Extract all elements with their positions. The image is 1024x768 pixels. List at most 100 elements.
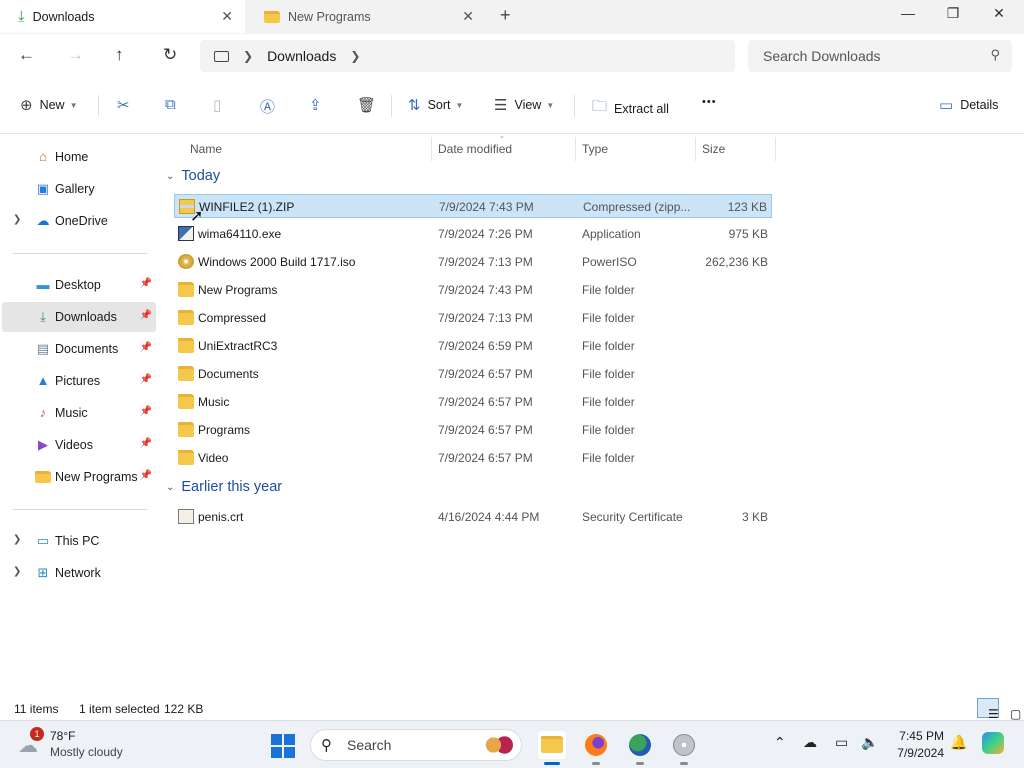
sort-button[interactable]: ⇅ Sort ▼	[408, 96, 463, 114]
firefox-app[interactable]	[582, 731, 610, 765]
sidebar-item-new-programs[interactable]: New Programs 📌	[2, 462, 156, 492]
forward-button[interactable]: →	[67, 45, 84, 65]
share-button[interactable]: ⇪	[309, 96, 329, 114]
tab-new-programs[interactable]: New Programs ✕	[246, 0, 486, 33]
sidebar-divider	[12, 509, 148, 510]
onedrive-sync-icon[interactable]: ☁	[803, 734, 817, 751]
certificate-icon	[178, 509, 194, 524]
file-row[interactable]: Music 7/9/2024 6:57 PM File folder	[174, 390, 772, 414]
sidebar-item-this-pc[interactable]: ❯ ▭ This PC	[2, 526, 156, 556]
more-options-button[interactable]: •••	[702, 96, 717, 108]
sidebar-item-gallery[interactable]: ▣ Gallery	[2, 174, 156, 204]
rename-button[interactable]: Ⓐ	[260, 96, 282, 117]
file-name: Compressed	[198, 311, 267, 325]
notifications-bell-icon[interactable]: 🔔	[950, 734, 967, 751]
details-view-button[interactable]: ☰	[977, 698, 999, 721]
file-row[interactable]: Programs 7/9/2024 6:57 PM File folder	[174, 418, 772, 442]
breadcrumb-segment[interactable]: Downloads	[267, 48, 336, 64]
details-label: Details	[960, 98, 999, 112]
disk-utility-app[interactable]	[670, 731, 698, 765]
expand-chevron-icon[interactable]: ❯	[13, 566, 21, 577]
refresh-button[interactable]: ↻	[163, 45, 177, 65]
chevron-down-icon: ▼	[546, 100, 555, 110]
view-button[interactable]: ☰ View ▼	[494, 96, 554, 114]
taskbar-search[interactable]: ⚲ Search	[310, 729, 522, 761]
status-bar: 11 items 1 item selected 122 KB ☰ ▢	[0, 696, 1024, 721]
maximize-button[interactable]: ❐	[938, 5, 968, 22]
file-row[interactable]: penis.crt 4/16/2024 4:44 PM Security Certi…	[174, 505, 772, 529]
large-icons-view-button[interactable]: ▢	[999, 698, 1021, 721]
file-row[interactable]: wima64110.exe 7/9/2024 7:26 PM Application…	[174, 222, 772, 246]
collapse-chevron-icon[interactable]: ⌄	[166, 482, 174, 493]
chevron-right-icon[interactable]: ❯	[243, 49, 253, 63]
file-explorer-app[interactable]	[538, 731, 566, 765]
expand-chevron-icon[interactable]: ❯	[13, 534, 21, 545]
chevron-down-icon: ▼	[69, 100, 78, 110]
file-row[interactable]: Video 7/9/2024 6:57 PM File folder	[174, 446, 772, 470]
group-header[interactable]: ⌄ Earlier this year	[166, 479, 282, 495]
sidebar-item-documents[interactable]: ▤ Documents 📌	[2, 334, 156, 364]
close-tab-icon[interactable]: ✕	[462, 8, 474, 25]
sidebar-item-label: Documents	[55, 342, 119, 356]
file-date: 7/9/2024 7:13 PM	[438, 311, 533, 325]
close-window-button[interactable]: ✕	[984, 5, 1014, 22]
network-icon[interactable]: ▭	[835, 734, 848, 751]
minimize-button[interactable]: —	[893, 5, 923, 21]
details-button[interactable]: ▭ Details	[939, 96, 998, 114]
file-row[interactable]: New Programs 7/9/2024 7:43 PM File folder	[174, 278, 772, 302]
breadcrumb[interactable]: ❯ Downloads ❯	[200, 40, 735, 72]
file-name: Music	[198, 395, 230, 409]
videos-icon: ▶	[38, 437, 48, 452]
file-type: Application	[582, 227, 641, 241]
sidebar-item-downloads[interactable]: ⤓ Downloads 📌	[2, 302, 156, 332]
file-row[interactable]: Documents 7/9/2024 6:57 PM File folder	[174, 362, 772, 386]
file-row[interactable]: Compressed 7/9/2024 7:13 PM File folder	[174, 306, 772, 330]
extract-icon: 🗀	[592, 98, 608, 115]
copy-button[interactable]: ⧉	[165, 96, 183, 113]
column-header-date[interactable]: Date modified	[432, 137, 576, 161]
file-date: 7/9/2024 7:26 PM	[438, 227, 533, 241]
start-button[interactable]	[271, 734, 295, 758]
show-hidden-icons-button[interactable]: ⌃	[774, 734, 786, 751]
new-button[interactable]: ⊕ New ▼	[20, 96, 78, 114]
copilot-icon[interactable]	[982, 732, 1004, 757]
column-header-type[interactable]: Type	[576, 137, 696, 161]
collapse-chevron-icon[interactable]: ⌄	[166, 171, 174, 182]
sidebar-item-onedrive[interactable]: ❯ ☁ OneDrive	[2, 206, 156, 236]
cut-button[interactable]: ✂	[117, 96, 137, 114]
delete-button[interactable]: 🗑	[357, 96, 383, 114]
file-row[interactable]: UniExtractRC3 7/9/2024 6:59 PM File folder	[174, 334, 772, 358]
tab-downloads[interactable]: ⤓ Downloads ✕	[0, 0, 245, 33]
sidebar-item-desktop[interactable]: ▬ Desktop 📌	[2, 270, 156, 300]
column-header-name[interactable]: Name	[184, 137, 432, 161]
file-row[interactable]: Windows 2000 Build 1717.iso 7/9/2024 7:13…	[174, 250, 772, 274]
column-header-size[interactable]: Size	[696, 137, 776, 161]
extract-all-button[interactable]: 🗀 Extract all	[592, 96, 669, 121]
sidebar-item-network[interactable]: ❯ ⊞ Network	[2, 558, 156, 588]
sidebar-item-music[interactable]: ♪ Music 📌	[2, 398, 156, 428]
new-tab-button[interactable]: +	[500, 5, 511, 26]
close-tab-icon[interactable]: ✕	[221, 8, 233, 25]
sidebar-item-videos[interactable]: ▶ Videos 📌	[2, 430, 156, 460]
paste-button[interactable]: ▯	[213, 96, 228, 114]
folder-icon	[178, 338, 194, 353]
search-input[interactable]: Search Downloads ⚲	[748, 40, 1012, 72]
pin-icon: 📌	[139, 470, 152, 481]
clock-time[interactable]: 7:45 PM	[872, 729, 944, 743]
network-globe-app[interactable]	[626, 731, 654, 765]
up-button[interactable]: ↑	[115, 45, 124, 65]
details-pane-icon: ▭	[939, 97, 954, 114]
sidebar-item-label: New Programs	[55, 470, 138, 484]
file-row[interactable]: WINFILE2 (1).ZIP 7/9/2024 7:43 PM Compress…	[174, 194, 772, 218]
folder-icon	[264, 10, 280, 23]
sort-arrow-icon: ⌄	[499, 133, 505, 140]
clock-date[interactable]: 7/9/2024	[872, 746, 944, 760]
back-button[interactable]: ←	[18, 45, 35, 65]
sidebar-item-home[interactable]: ⌂ Home	[2, 142, 156, 172]
sidebar-item-pictures[interactable]: ▲ Pictures 📌	[2, 366, 156, 396]
taskbar: ☁ 1 78°F Mostly cloudy ⚲ Search ⌃ ☁ ▭ 🔈 …	[0, 720, 1024, 768]
chevron-right-icon[interactable]: ❯	[350, 49, 360, 63]
folder-icon	[178, 394, 194, 409]
expand-chevron-icon[interactable]: ❯	[13, 214, 21, 225]
group-header[interactable]: ⌄ Today	[166, 168, 220, 184]
